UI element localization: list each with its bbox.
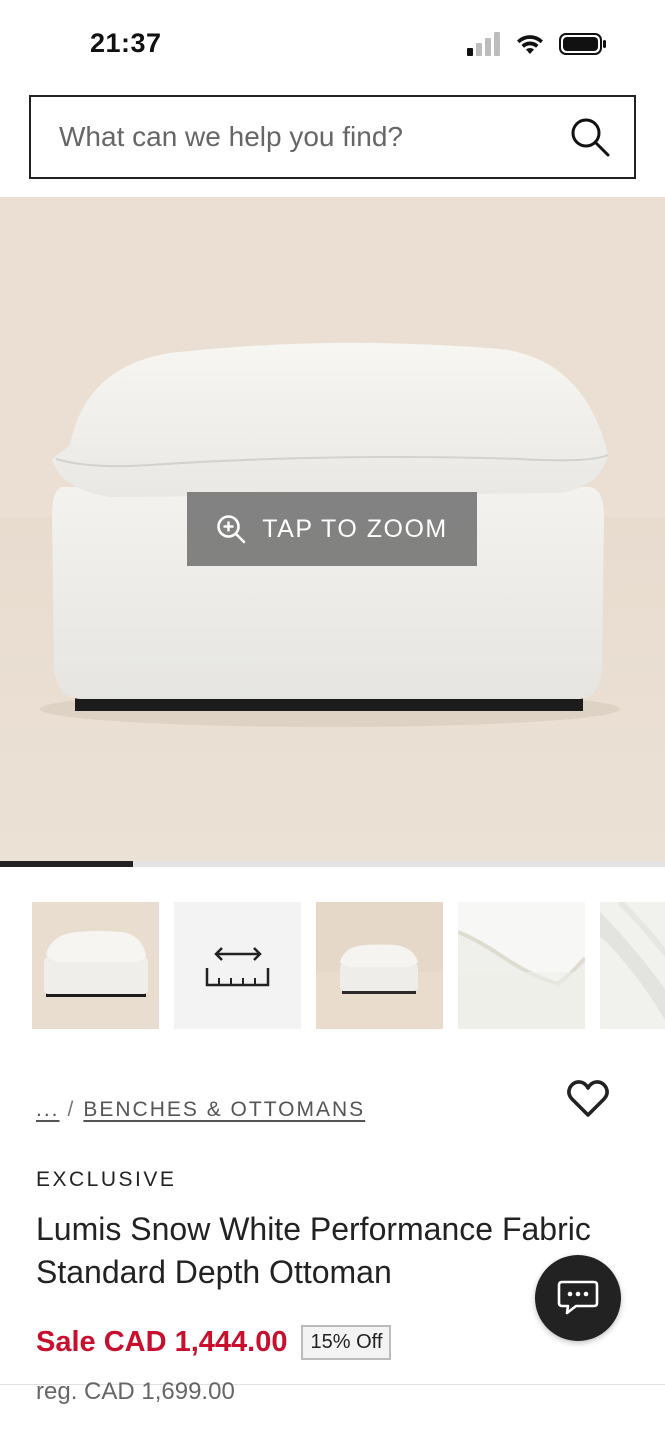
breadcrumb-separator: / xyxy=(67,1098,76,1121)
thumbnail-5[interactable] xyxy=(600,902,665,1029)
breadcrumb: ... / BENCHES & OTTOMANS xyxy=(36,1098,365,1122)
battery-icon xyxy=(559,33,606,55)
product-hero-image[interactable]: TAP TO ZOOM xyxy=(0,197,665,862)
regular-price: reg. CAD 1,699.00 xyxy=(36,1378,235,1405)
status-bar: 21:37 xyxy=(0,0,665,90)
price-row: Sale CAD 1,444.00 15% Off xyxy=(36,1325,392,1360)
gallery-progress-bar xyxy=(0,861,665,867)
wifi-icon xyxy=(517,35,543,54)
search-button[interactable] xyxy=(568,115,612,159)
chat-bubble-icon xyxy=(557,1280,599,1315)
exclusive-badge: EXCLUSIVE xyxy=(36,1168,177,1191)
status-time: 21:37 xyxy=(90,28,162,58)
search-icon xyxy=(571,118,610,157)
thumbnail-4[interactable] xyxy=(458,902,585,1029)
cellular-signal-icon xyxy=(467,32,500,56)
sale-price: Sale CAD 1,444.00 xyxy=(36,1326,288,1358)
product-title: Lumis Snow White Performance Fabric Stan… xyxy=(36,1211,591,1290)
gallery-progress-fill xyxy=(0,861,133,867)
tap-to-zoom-label: TAP TO ZOOM xyxy=(262,514,448,543)
chat-button[interactable] xyxy=(535,1255,621,1341)
heart-icon xyxy=(567,1080,609,1117)
cushion-closeup-photo xyxy=(458,902,585,1029)
thumbnail-strip[interactable] xyxy=(32,902,665,1042)
thumbnail-2-dimensions[interactable] xyxy=(174,902,301,1029)
add-to-wishlist-button[interactable] xyxy=(566,1078,610,1120)
status-icons xyxy=(467,32,607,56)
ottoman-front-photo xyxy=(32,902,159,1029)
thumbnail-1[interactable] xyxy=(32,902,159,1029)
ruler-dimensions-icon xyxy=(174,902,301,1029)
search-bar xyxy=(29,95,636,179)
thumbnail-3[interactable] xyxy=(316,902,443,1029)
breadcrumb-ellipsis-link[interactable]: ... xyxy=(36,1098,60,1122)
tap-to-zoom-button[interactable]: TAP TO ZOOM xyxy=(187,492,477,566)
search-input[interactable] xyxy=(59,97,559,177)
ottoman-room-photo xyxy=(316,902,443,1029)
discount-badge: 15% Off xyxy=(301,1325,392,1360)
zoom-in-icon xyxy=(217,515,246,544)
fabric-closeup-photo xyxy=(600,902,665,1029)
breadcrumb-category-link[interactable]: BENCHES & OTTOMANS xyxy=(83,1098,365,1122)
